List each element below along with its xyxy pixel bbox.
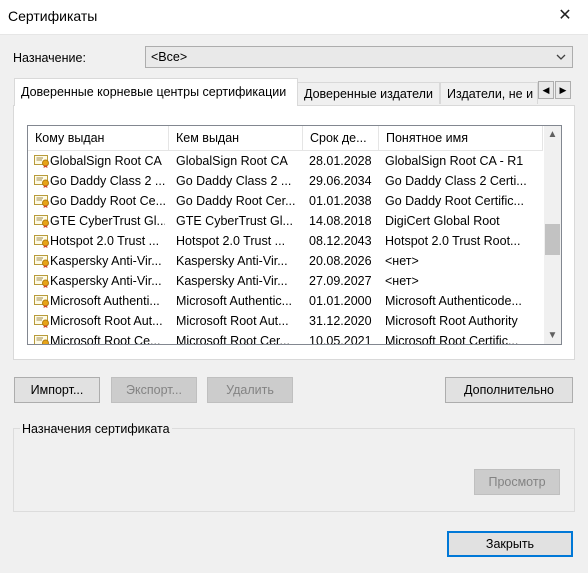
- table-row[interactable]: GTE CyberTrust Gl... GTE CyberTrust Gl...…: [28, 211, 543, 231]
- cell-issued-by: Hotspot 2.0 Trust ...: [176, 234, 286, 248]
- cell-issued-by: Kaspersky Anti-Vir...: [176, 274, 288, 288]
- close-icon[interactable]: ✕: [542, 0, 588, 34]
- tab-trusted-root[interactable]: Доверенные корневые центры сертификации: [14, 78, 298, 106]
- cert-purposes-title: Назначения сертификата: [20, 422, 172, 436]
- table-row[interactable]: Hotspot 2.0 Trust ... Hotspot 2.0 Trust .…: [28, 231, 543, 251]
- certificate-icon: [34, 335, 49, 344]
- purpose-value: <Все>: [151, 50, 188, 64]
- certificate-icon: [34, 295, 49, 308]
- vertical-scrollbar[interactable]: ▲ ▼: [544, 126, 561, 344]
- cell-friendly: Go Daddy Root Certific...: [385, 194, 524, 208]
- cell-issued-to: GTE CyberTrust Gl...: [50, 214, 165, 228]
- cell-issued-to: Microsoft Root Ce...: [50, 334, 161, 345]
- column-friendly-name[interactable]: Понятное имя: [379, 126, 543, 150]
- cell-expires: 01.01.2000: [309, 294, 372, 308]
- cell-friendly: Microsoft Root Certific...: [385, 334, 519, 345]
- cell-issued-to: Hotspot 2.0 Trust ...: [50, 234, 160, 248]
- table-row[interactable]: Microsoft Root Aut... Microsoft Root Aut.…: [28, 311, 543, 331]
- cell-expires: 31.12.2020: [309, 314, 372, 328]
- cell-issued-by: Go Daddy Class 2 ...: [176, 174, 292, 188]
- list-header: Кому выдан Кем выдан Срок де... Понятное…: [28, 126, 543, 151]
- table-row[interactable]: GlobalSign Root CA GlobalSign Root CA 28.0…: [28, 151, 543, 171]
- cell-issued-by: Microsoft Root Cer...: [176, 334, 290, 345]
- tab-trusted-publishers[interactable]: Доверенные издатели: [297, 82, 440, 104]
- cell-issued-by: Kaspersky Anti-Vir...: [176, 254, 288, 268]
- cell-issued-by: GTE CyberTrust Gl...: [176, 214, 293, 228]
- certificate-icon: [34, 315, 49, 328]
- cell-issued-by: Microsoft Authentic...: [176, 294, 293, 308]
- export-button[interactable]: Экспорт...: [111, 377, 197, 403]
- tab-scroll-right-icon[interactable]: ▶: [555, 81, 571, 99]
- table-row[interactable]: Microsoft Authenti... Microsoft Authentic…: [28, 291, 543, 311]
- column-issued-to[interactable]: Кому выдан: [28, 126, 169, 150]
- tab-untrusted-publishers[interactable]: Издатели, не и: [440, 82, 538, 104]
- view-button[interactable]: Просмотр: [474, 469, 560, 495]
- cell-expires: 14.08.2018: [309, 214, 372, 228]
- cell-friendly: GlobalSign Root CA - R1: [385, 154, 524, 168]
- cell-issued-to: GlobalSign Root CA: [50, 154, 162, 168]
- table-row[interactable]: Go Daddy Class 2 ... Go Daddy Class 2 ...…: [28, 171, 543, 191]
- cell-friendly: Microsoft Authenticode...: [385, 294, 522, 308]
- cell-expires: 20.08.2026: [309, 254, 372, 268]
- cell-issued-to: Go Daddy Class 2 ...: [50, 174, 165, 188]
- import-button[interactable]: Импорт...: [14, 377, 100, 403]
- scroll-thumb[interactable]: [545, 224, 560, 255]
- cell-friendly: Go Daddy Class 2 Certi...: [385, 174, 527, 188]
- table-row[interactable]: Go Daddy Root Ce... Go Daddy Root Cer... 0…: [28, 191, 543, 211]
- cell-issued-by: Go Daddy Root Cer...: [176, 194, 296, 208]
- advanced-button[interactable]: Дополнительно: [445, 377, 573, 403]
- cell-issued-to: Go Daddy Root Ce...: [50, 194, 165, 208]
- scroll-down-icon[interactable]: ▼: [544, 327, 561, 344]
- cell-expires: 28.01.2028: [309, 154, 372, 168]
- cell-expires: 01.01.2038: [309, 194, 372, 208]
- table-row[interactable]: Kaspersky Anti-Vir... Kaspersky Anti-Vir.…: [28, 271, 543, 291]
- chevron-down-icon: [556, 54, 566, 60]
- cell-issued-to: Microsoft Root Aut...: [50, 314, 163, 328]
- certificate-list[interactable]: Кому выдан Кем выдан Срок де... Понятное…: [27, 125, 562, 345]
- tab-scroll-left-icon[interactable]: ◀: [538, 81, 554, 99]
- certificate-icon: [34, 195, 49, 208]
- purpose-label: Назначение:: [13, 51, 86, 65]
- cell-expires: 29.06.2034: [309, 174, 372, 188]
- window-title: Сертификаты: [8, 8, 98, 24]
- cell-friendly: Hotspot 2.0 Trust Root...: [385, 234, 521, 248]
- close-button[interactable]: Закрыть: [447, 531, 573, 557]
- title-bar: Сертификаты ✕: [0, 0, 588, 35]
- cell-issued-to: Microsoft Authenti...: [50, 294, 160, 308]
- certificate-icon: [34, 255, 49, 268]
- certificate-icon: [34, 275, 49, 288]
- cell-expires: 10.05.2021: [309, 334, 372, 345]
- cell-friendly: <нет>: [385, 274, 419, 288]
- certificate-icon: [34, 175, 49, 188]
- cell-issued-to: Kaspersky Anti-Vir...: [50, 254, 162, 268]
- table-row[interactable]: Microsoft Root Ce... Microsoft Root Cer..…: [28, 331, 543, 345]
- cell-issued-by: Microsoft Root Aut...: [176, 314, 289, 328]
- column-issued-by[interactable]: Кем выдан: [169, 126, 303, 150]
- column-expiration[interactable]: Срок де...: [303, 126, 379, 150]
- certificate-icon: [34, 155, 49, 168]
- delete-button[interactable]: Удалить: [207, 377, 293, 403]
- cell-expires: 08.12.2043: [309, 234, 372, 248]
- purpose-dropdown[interactable]: <Все>: [145, 46, 573, 68]
- cell-expires: 27.09.2027: [309, 274, 372, 288]
- cell-issued-by: GlobalSign Root CA: [176, 154, 288, 168]
- table-row[interactable]: Kaspersky Anti-Vir... Kaspersky Anti-Vir.…: [28, 251, 543, 271]
- scroll-up-icon[interactable]: ▲: [544, 126, 561, 143]
- certificate-icon: [34, 235, 49, 248]
- certificate-icon: [34, 215, 49, 228]
- cell-friendly: Microsoft Root Authority: [385, 314, 518, 328]
- cell-friendly: <нет>: [385, 254, 419, 268]
- cell-issued-to: Kaspersky Anti-Vir...: [50, 274, 162, 288]
- cell-friendly: DigiCert Global Root: [385, 214, 500, 228]
